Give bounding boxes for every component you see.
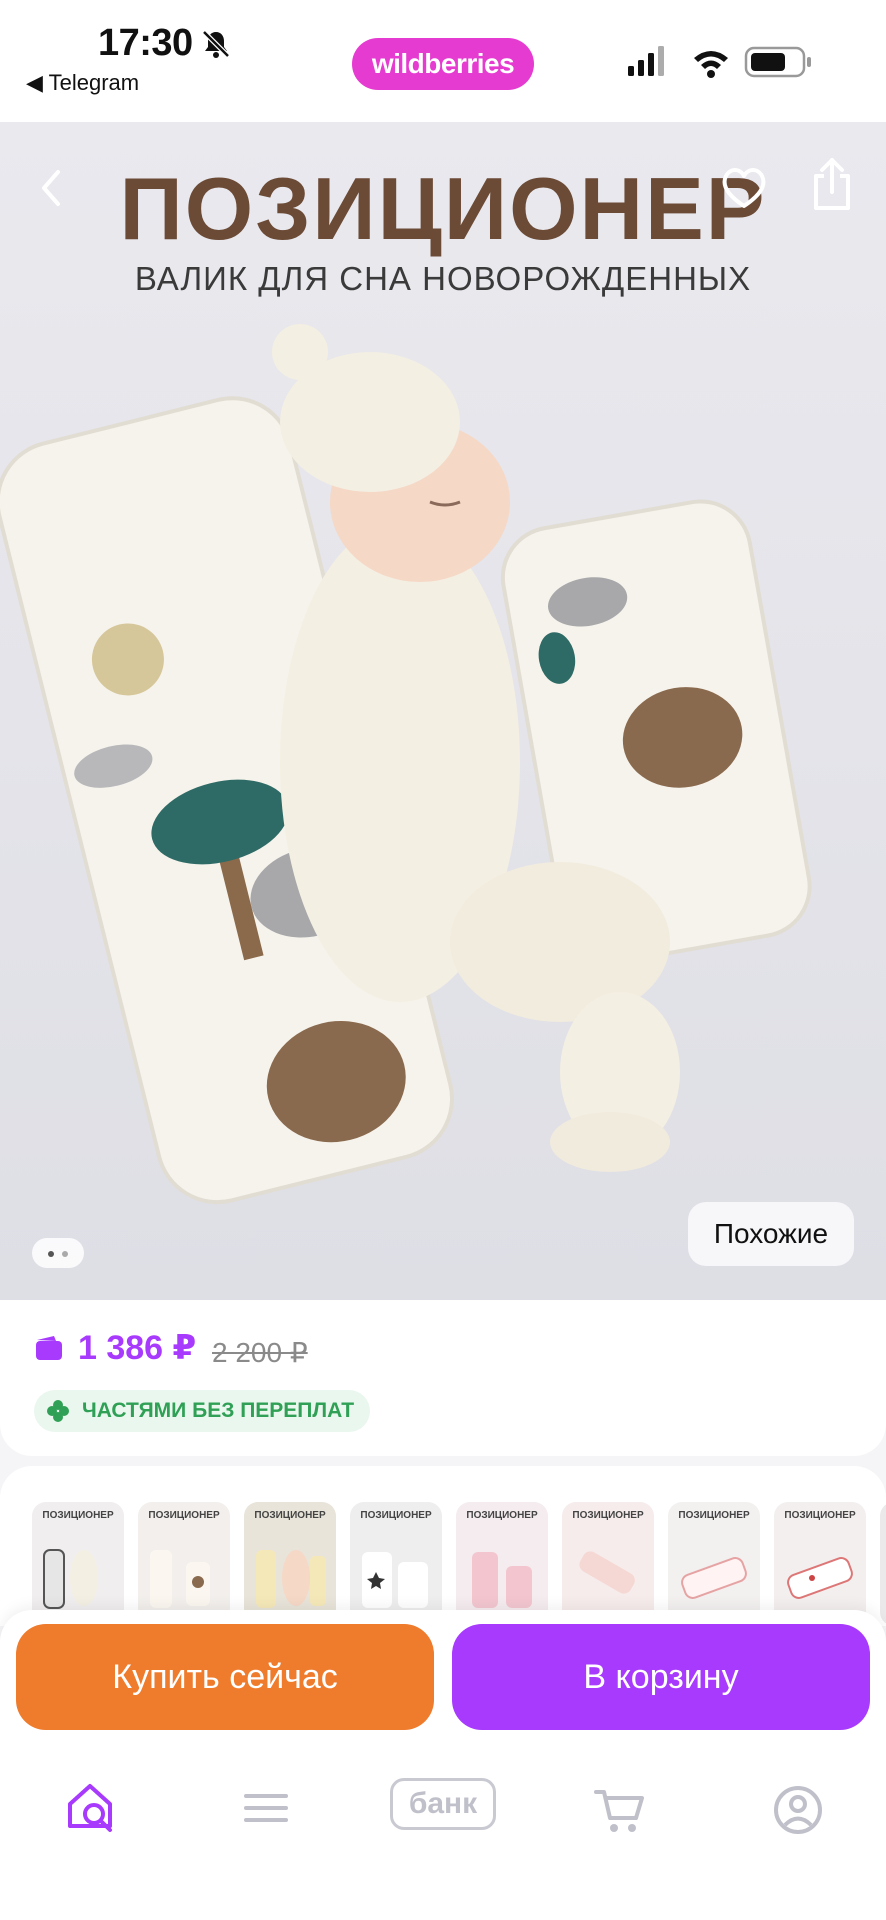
thumbnail-label: ПОЗИЦИОНЕР	[572, 1510, 644, 1521]
thumbnail[interactable]: ПОЗИЦИОНЕР	[244, 1502, 336, 1626]
thumbnail-label: ПОЗИЦИОНЕР	[148, 1510, 220, 1521]
cart-icon[interactable]	[592, 1774, 648, 1846]
wifi-icon	[694, 51, 728, 78]
home-search-icon[interactable]	[64, 1774, 120, 1846]
thumbnail[interactable]: ПОЗИЦИОНЕР	[562, 1502, 654, 1626]
thumbnail-label: ПОЗИЦИОНЕР	[42, 1510, 114, 1521]
bottom-tab-bar: банк	[0, 1760, 886, 1920]
product-image-gallery[interactable]: ПОЗИЦИОНЕР ВАЛИК ДЛЯ СНА НОВОРОЖДЕННЫХ П…	[0, 122, 886, 1300]
thumbnail-label: ПОЗИЦИОНЕР	[254, 1510, 326, 1521]
thumbnail-image	[472, 1552, 532, 1608]
thumbnail-image	[579, 1551, 635, 1594]
price-card: 1 386 ₽ 2 200 ₽ ЧАСТЯМИ БЕЗ ПЕРЕПЛАТ	[0, 1300, 886, 1456]
brand-logo: wildberries	[352, 38, 534, 90]
thumbnail-image	[787, 1557, 853, 1599]
thumbnail[interactable]: ПОЗИЦИОНЕР	[350, 1502, 442, 1626]
back-chevron-icon[interactable]	[30, 160, 74, 216]
page-dot	[62, 1251, 68, 1257]
favorite-heart-icon[interactable]	[716, 160, 772, 216]
thumbnail-image	[150, 1550, 210, 1608]
product-photo	[0, 324, 812, 1205]
thumbnail[interactable]: ПОЗИЦИОНЕР	[32, 1502, 124, 1626]
thumbnail[interactable]: ПОЗИЦИОНЕР	[456, 1502, 548, 1626]
current-price: 1 386 ₽	[78, 1329, 197, 1367]
bell-muted-icon	[202, 30, 230, 58]
status-bar: 17:30 ◀ Telegram wildberries	[0, 0, 886, 122]
clock: 17:30	[98, 22, 193, 64]
thumbnail[interactable]: ПОЗИЦИОНЕР	[138, 1502, 230, 1626]
signal-icon	[628, 46, 664, 76]
thumbnail[interactable]: ПОЗИЦИОНЕР	[668, 1502, 760, 1626]
thumbnail-partial[interactable]	[880, 1502, 886, 1626]
battery-icon	[744, 46, 811, 78]
profile-icon[interactable]	[772, 1774, 824, 1846]
back-to-app-link[interactable]: ◀ Telegram	[26, 70, 139, 96]
action-bar: Купить сейчас В корзину	[0, 1610, 886, 1760]
thumbnail-label: ПОЗИЦИОНЕР	[360, 1510, 432, 1521]
installments-label: ЧАСТЯМИ БЕЗ ПЕРЕПЛАТ	[82, 1399, 355, 1422]
installments-badge[interactable]: ЧАСТЯМИ БЕЗ ПЕРЕПЛАТ	[34, 1390, 371, 1432]
menu-icon[interactable]	[242, 1774, 290, 1846]
system-status-icons	[628, 46, 811, 78]
thumbnail-image	[362, 1552, 428, 1608]
thumbnail-strip[interactable]: ПОЗИЦИОНЕР ПОЗИЦИОНЕР ПОЗИЦИОНЕР ПОЗИЦИО…	[0, 1466, 886, 1626]
page-dot-active	[48, 1251, 54, 1257]
similar-button[interactable]: Похожие	[688, 1202, 854, 1266]
old-price: 2 200 ₽	[212, 1337, 308, 1368]
bank-tab[interactable]: банк	[390, 1778, 496, 1830]
thumbnail-label: ПОЗИЦИОНЕР	[678, 1510, 750, 1521]
gallery-page-indicator	[32, 1238, 84, 1268]
thumbnail[interactable]: ПОЗИЦИОНЕР	[774, 1502, 866, 1626]
hero-subtitle: ВАЛИК ДЛЯ СНА НОВОРОЖДЕННЫХ	[134, 260, 752, 297]
add-to-cart-button[interactable]: В корзину	[452, 1624, 870, 1730]
thumbnail-image	[43, 1549, 98, 1609]
thumbnail-label: ПОЗИЦИОНЕР	[784, 1510, 856, 1521]
thumbnail-image	[681, 1557, 747, 1599]
thumbnail-image	[256, 1550, 326, 1608]
thumbnail-label: ПОЗИЦИОНЕР	[466, 1510, 538, 1521]
buy-now-button[interactable]: Купить сейчас	[16, 1624, 434, 1730]
clover-icon	[47, 1400, 69, 1422]
share-icon[interactable]	[806, 154, 858, 214]
wallet-icon	[36, 1336, 62, 1360]
